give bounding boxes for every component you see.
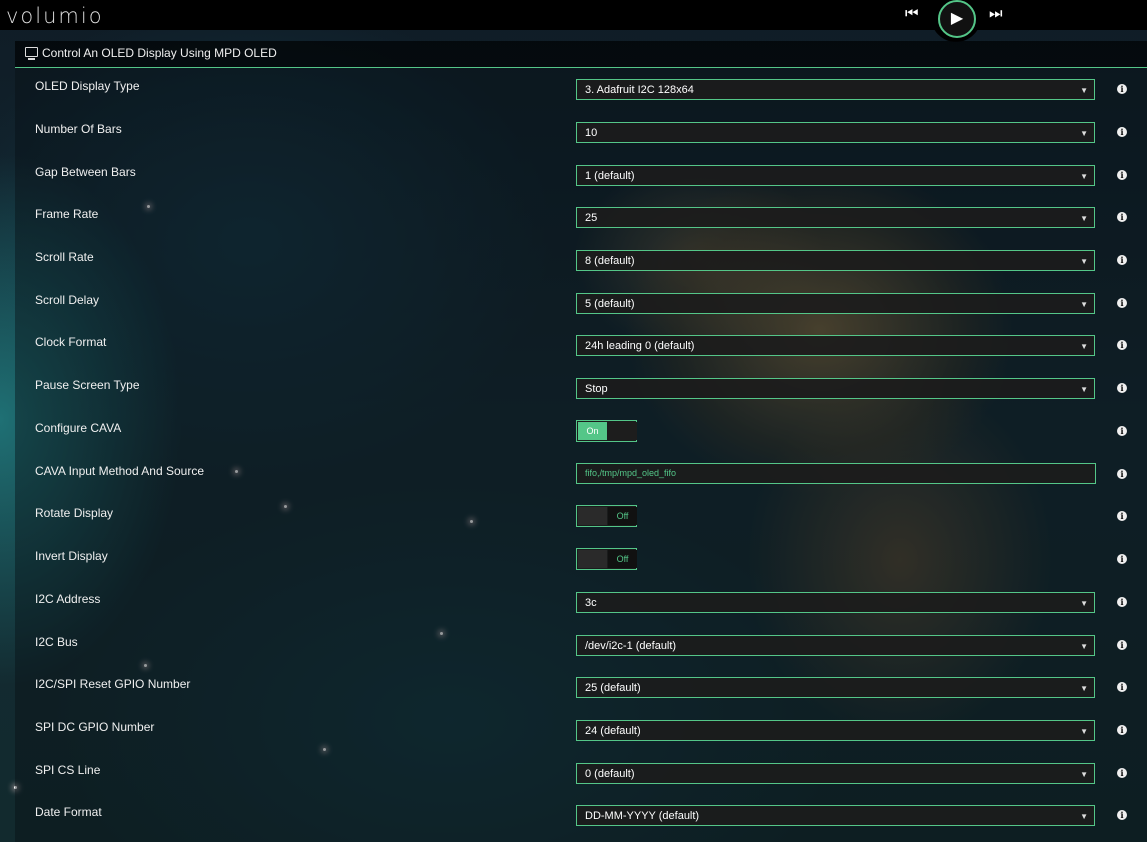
chevron-down-icon: ▼ [1080, 684, 1088, 693]
chevron-down-icon: ▼ [1080, 599, 1088, 608]
panel-title: Control An OLED Display Using MPD OLED [42, 46, 277, 60]
chevron-down-icon: ▼ [1080, 727, 1088, 736]
info-icon[interactable]: i [1117, 682, 1127, 692]
oled-display-type-label: OLED Display Type [35, 79, 140, 93]
select-value: Stop [585, 383, 608, 395]
gap-between-bars-label: Gap Between Bars [35, 165, 136, 179]
info-icon[interactable]: i [1117, 383, 1127, 393]
info-icon[interactable]: i [1117, 127, 1127, 137]
chevron-down-icon: ▼ [1080, 812, 1088, 821]
select-value: 1 (default) [585, 170, 635, 182]
i2c-address-select[interactable]: 3c ▼ [576, 592, 1095, 613]
toggle-on-label: On [578, 422, 607, 440]
select-value: 8 (default) [585, 255, 635, 267]
frame-rate-select[interactable]: 25 ▼ [576, 207, 1095, 228]
number-of-bars-label: Number Of Bars [35, 122, 122, 136]
scroll-rate-label: Scroll Rate [35, 250, 94, 264]
toggle-off-label: Off [608, 550, 637, 568]
number-of-bars-select[interactable]: 10 ▼ [576, 122, 1095, 143]
pause-screen-type-label: Pause Screen Type [35, 378, 140, 392]
reset-gpio-select[interactable]: 25 (default) ▼ [576, 677, 1095, 698]
spi-dc-gpio-label: SPI DC GPIO Number [35, 720, 155, 734]
i2c-bus-label: I2C Bus [35, 635, 78, 649]
info-icon[interactable]: i [1117, 511, 1127, 521]
clock-format-select[interactable]: 24h leading 0 (default) ▼ [576, 335, 1095, 356]
toggle-knob [578, 507, 607, 525]
play-icon[interactable]: ▶ [938, 0, 976, 38]
info-icon[interactable]: i [1117, 597, 1127, 607]
select-value: 25 (default) [585, 682, 641, 694]
spi-dc-gpio-select[interactable]: 24 (default) ▼ [576, 720, 1095, 741]
toggle-off-label: Off [608, 507, 637, 525]
invert-display-label: Invert Display [35, 549, 108, 563]
chevron-down-icon: ▼ [1080, 129, 1088, 138]
info-icon[interactable]: i [1117, 84, 1127, 94]
pause-screen-type-select[interactable]: Stop ▼ [576, 378, 1095, 399]
info-icon[interactable]: i [1117, 640, 1127, 650]
cava-input-field[interactable]: fifo,/tmp/mpd_oled_fifo [576, 463, 1096, 484]
i2c-address-label: I2C Address [35, 592, 101, 606]
toggle-knob [578, 550, 607, 568]
select-value: 3c [585, 597, 597, 609]
skip-next-icon[interactable]: ⏭ [989, 5, 1003, 22]
select-value: 24 (default) [585, 725, 641, 737]
configure-cava-toggle[interactable]: On [576, 420, 637, 442]
cava-input-label: CAVA Input Method And Source [35, 464, 204, 478]
select-value: 0 (default) [585, 768, 635, 780]
scroll-delay-label: Scroll Delay [35, 293, 100, 307]
i2c-bus-select[interactable]: /dev/i2c-1 (default) ▼ [576, 635, 1095, 656]
info-icon[interactable]: i [1117, 298, 1127, 308]
scroll-delay-select[interactable]: 5 (default) ▼ [576, 293, 1095, 314]
info-icon[interactable]: i [1117, 170, 1127, 180]
reset-gpio-label: I2C/SPI Reset GPIO Number [35, 677, 191, 691]
info-icon[interactable]: i [1117, 810, 1127, 820]
info-icon[interactable]: i [1117, 212, 1127, 222]
chevron-down-icon: ▼ [1080, 342, 1088, 351]
chevron-down-icon: ▼ [1080, 300, 1088, 309]
select-value: 5 (default) [585, 298, 635, 310]
chevron-down-icon: ▼ [1080, 86, 1088, 95]
clock-format-label: Clock Format [35, 335, 107, 349]
chevron-down-icon: ▼ [1080, 214, 1088, 223]
chevron-down-icon: ▼ [1080, 172, 1088, 181]
configure-cava-label: Configure CAVA [35, 421, 122, 435]
chevron-down-icon: ▼ [1080, 770, 1088, 779]
info-icon[interactable]: i [1117, 469, 1127, 479]
gap-between-bars-select[interactable]: 1 (default) ▼ [576, 165, 1095, 186]
rotate-display-label: Rotate Display [35, 506, 114, 520]
select-value: 10 [585, 127, 598, 139]
toggle-knob [608, 422, 637, 440]
invert-display-toggle[interactable]: Off [576, 548, 637, 570]
chevron-down-icon: ▼ [1080, 642, 1088, 651]
info-icon[interactable]: i [1117, 426, 1127, 436]
select-value: DD-MM-YYYY (default) [585, 810, 700, 822]
oled-display-type-select[interactable]: 3. Adafruit I2C 128x64 ▼ [576, 79, 1095, 100]
info-icon[interactable]: i [1117, 340, 1127, 350]
panel-header: Control An OLED Display Using MPD OLED [15, 41, 1147, 68]
frame-rate-label: Frame Rate [35, 207, 99, 221]
date-format-label: Date Format [35, 805, 102, 819]
monitor-icon [25, 47, 38, 60]
spi-cs-line-label: SPI CS Line [35, 763, 101, 777]
info-icon[interactable]: i [1117, 768, 1127, 778]
chevron-down-icon: ▼ [1080, 385, 1088, 394]
chevron-down-icon: ▼ [1080, 257, 1088, 266]
info-icon[interactable]: i [1117, 554, 1127, 564]
volumio-logo: volumio [6, 4, 104, 28]
scroll-rate-select[interactable]: 8 (default) ▼ [576, 250, 1095, 271]
spi-cs-line-select[interactable]: 0 (default) ▼ [576, 763, 1095, 784]
rotate-display-toggle[interactable]: Off [576, 505, 637, 527]
select-value: 25 [585, 212, 598, 224]
date-format-select[interactable]: DD-MM-YYYY (default) ▼ [576, 805, 1095, 826]
skip-previous-icon[interactable]: ⏮ [905, 5, 919, 22]
select-value: 3. Adafruit I2C 128x64 [585, 84, 694, 96]
select-value: /dev/i2c-1 (default) [585, 640, 677, 652]
info-icon[interactable]: i [1117, 725, 1127, 735]
info-icon[interactable]: i [1117, 255, 1127, 265]
select-value: 24h leading 0 (default) [585, 340, 695, 352]
